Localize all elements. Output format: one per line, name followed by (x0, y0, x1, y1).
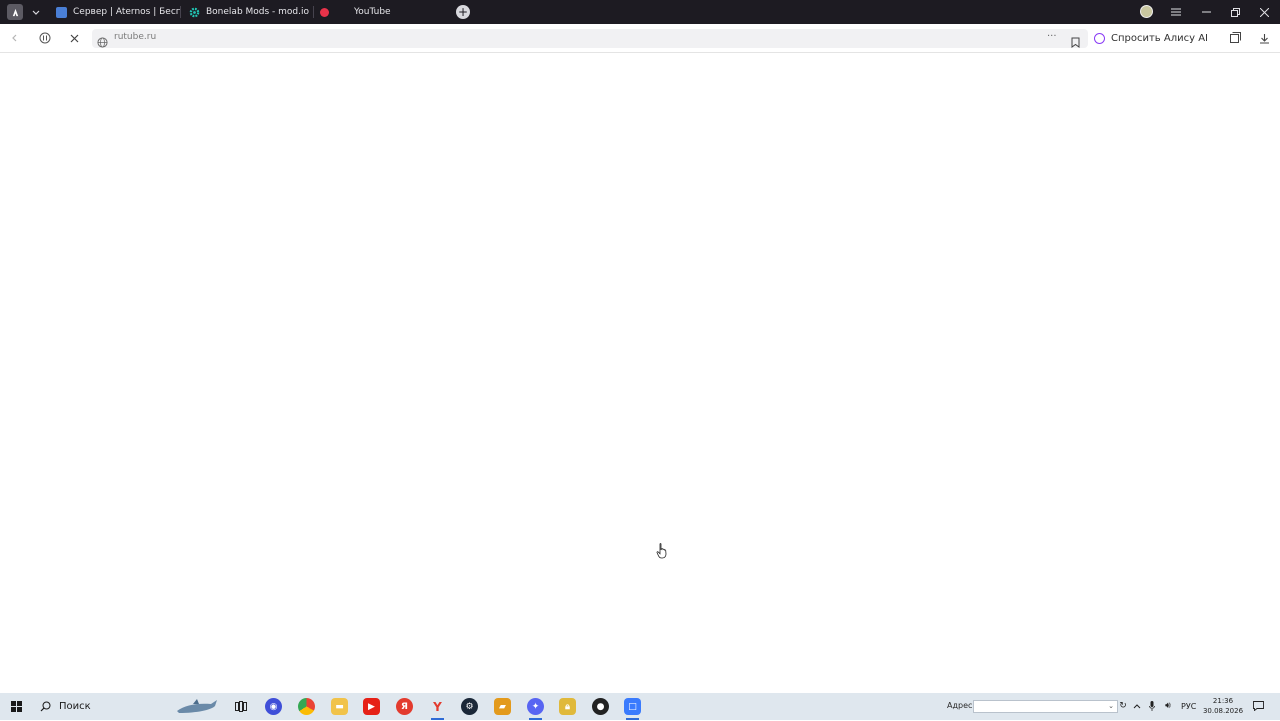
refresh-icon[interactable]: ↻ (1116, 699, 1130, 713)
shark-search-art-icon (175, 697, 219, 717)
address-url-text[interactable]: rutube.ru (114, 32, 156, 42)
yandex-browser-app-icon[interactable]: Y (429, 698, 446, 720)
address-toolbar-input[interactable]: ⌄ (973, 700, 1118, 713)
tab-rutube-loading[interactable] (316, 0, 354, 24)
windows-start-icon[interactable] (0, 693, 32, 720)
address-bar[interactable]: rutube.ru ··· (92, 29, 1088, 48)
chrome-app-icon[interactable] (298, 698, 315, 715)
tab-list-chevron-icon[interactable] (28, 4, 44, 20)
youtube-app-icon[interactable]: ▶ (363, 698, 380, 715)
tab-aternos[interactable]: Сервер | Aternos | Бесплатный (50, 0, 181, 24)
chevron-up-icon[interactable] (1130, 699, 1144, 713)
yandex-app-icon[interactable]: Я (396, 698, 413, 715)
tab-label: YouTube (354, 7, 391, 17)
steam-app-icon[interactable]: ⚙ (461, 698, 478, 715)
minimize-icon[interactable] (1191, 0, 1221, 24)
tab-youtube[interactable]: YouTube (354, 0, 444, 24)
aternos-favicon-icon (56, 6, 67, 18)
tab-label: Bonelab Mods - mod.io (206, 7, 310, 17)
downloads-icon[interactable] (1257, 31, 1271, 45)
address-toolbar-label: Адрес (947, 701, 973, 710)
alice-ring-icon (1094, 33, 1105, 44)
folder-app-icon[interactable]: ▰ (494, 698, 511, 715)
collections-icon[interactable] (1228, 31, 1242, 45)
new-tab-plus-icon[interactable]: + (456, 5, 470, 19)
restore-icon[interactable] (1220, 0, 1250, 24)
notifications-icon[interactable] (1251, 699, 1265, 713)
tab-label: Сервер | Aternos | Бесплатный (73, 7, 181, 17)
taskbar-search[interactable]: Поиск (32, 693, 168, 720)
back-arrow-icon[interactable] (8, 31, 22, 45)
windows-taskbar: Поиск ◉ ▬ ▶ Я Y ⚙ ▰ ✦ 🔒︎ ● □ Адрес ⌄ ↻ 🔊… (0, 693, 1280, 720)
file-explorer-icon[interactable]: ▬ (331, 698, 348, 715)
chevron-down-icon[interactable]: ⌄ (1108, 702, 1114, 710)
ask-alice-button[interactable]: Спросить Алису AI (1094, 29, 1208, 48)
microphone-icon[interactable] (1145, 699, 1159, 713)
stop-loading-icon[interactable] (67, 31, 81, 45)
browser-tab-bar: Сервер | Aternos | Бесплатный Bonelab Mo… (0, 0, 1280, 24)
site-globe-icon[interactable] (97, 33, 108, 52)
bookmark-icon[interactable] (1071, 33, 1080, 52)
protect-shield-icon[interactable] (38, 31, 52, 45)
task-view-icon[interactable] (232, 698, 249, 715)
volume-icon[interactable]: 🔊︎ (1161, 699, 1175, 713)
browser-toolbar: rutube.ru ··· Спросить Алису AI (0, 24, 1280, 53)
search-icon (40, 701, 51, 712)
clock-time: 21:36 (1212, 697, 1234, 705)
search-label: Поиск (59, 701, 91, 712)
ask-alice-label: Спросить Алису AI (1111, 33, 1208, 44)
tab-bonelab-mods[interactable]: Bonelab Mods - mod.io (183, 0, 314, 24)
lock-app-icon[interactable]: 🔒︎ (559, 698, 576, 715)
yandex-browser-icon[interactable] (7, 4, 23, 20)
hand-pointer-cursor-icon (656, 543, 667, 559)
modio-gear-favicon-icon (189, 7, 200, 18)
messenger-app-icon[interactable]: □ (624, 698, 641, 720)
chat-app-icon[interactable]: ✦ (527, 698, 544, 720)
language-indicator[interactable]: РУС (1181, 702, 1196, 711)
obs-app-icon[interactable]: ● (592, 698, 609, 715)
browser-menu-icon[interactable] (1161, 0, 1191, 24)
more-actions-icon[interactable]: ··· (1047, 31, 1057, 42)
page-content-area[interactable] (0, 54, 1280, 693)
profile-avatar[interactable] (1140, 5, 1153, 18)
system-clock[interactable]: 21:36 30.08.2026 (1200, 696, 1246, 716)
discord-app-icon[interactable]: ◉ (265, 698, 282, 715)
rutube-favicon-icon (320, 7, 329, 17)
clock-date: 30.08.2026 (1202, 707, 1244, 715)
close-window-icon[interactable] (1249, 0, 1279, 24)
